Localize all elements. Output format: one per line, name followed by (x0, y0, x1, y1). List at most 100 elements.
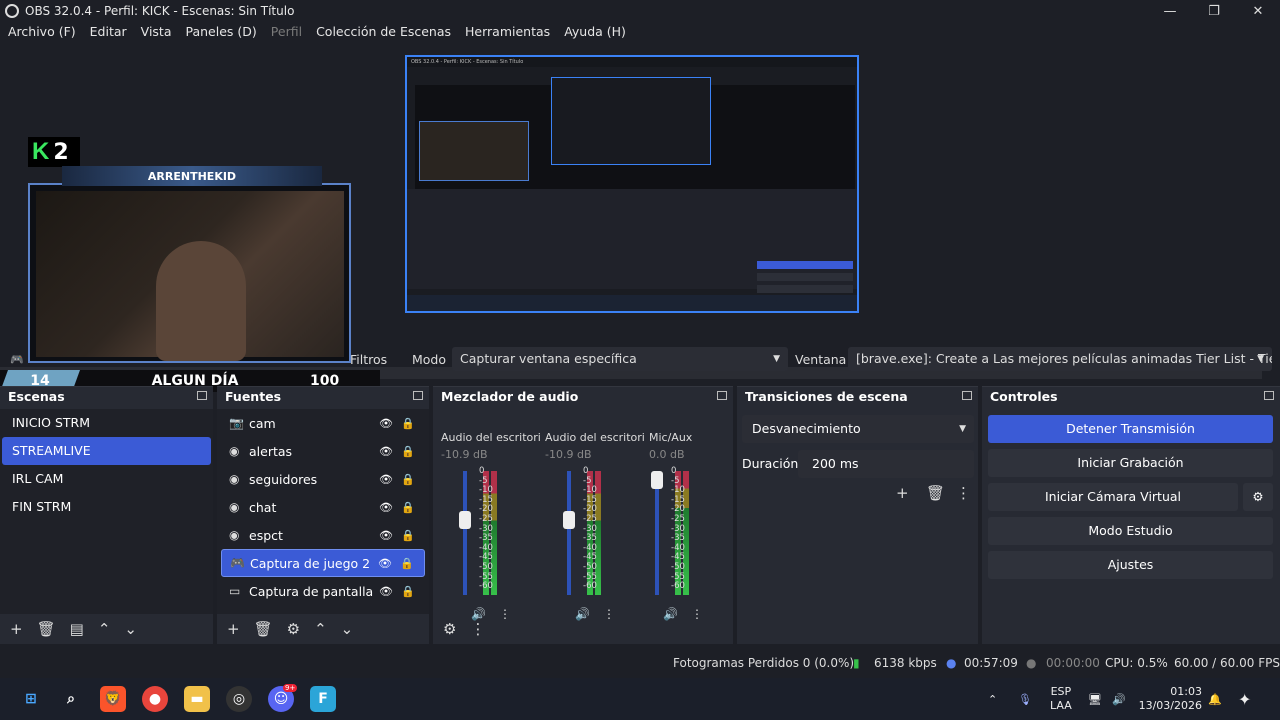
menu-vista[interactable]: Vista (141, 24, 172, 44)
source-item[interactable]: ◉ chat 👁 🔒 (221, 493, 425, 521)
lock-icon[interactable]: 🔒 (401, 473, 415, 486)
add-transition-icon[interactable]: + (896, 484, 909, 502)
eye-icon[interactable]: 👁 (379, 417, 393, 430)
move-up-icon[interactable]: ⌃ (314, 620, 327, 638)
source-item[interactable]: ▭ Captura de pantalla 👁 🔒 (221, 577, 425, 605)
menu-archivo[interactable]: Archivo (F) (8, 24, 76, 44)
add-source-icon[interactable]: + (227, 620, 240, 638)
channel-db: -10.9 dB (441, 448, 488, 461)
duration-input[interactable]: 200 ms (798, 450, 974, 478)
mixer-gear-icon[interactable]: ⚙ (443, 620, 456, 638)
eye-icon[interactable]: 👁 (379, 585, 393, 598)
mixer-more-icon[interactable]: ⋮ (470, 620, 485, 638)
studio-mode-button[interactable]: Modo Estudio (988, 517, 1273, 545)
obs-logo-icon (5, 4, 19, 18)
move-down-icon[interactable]: ⌄ (341, 620, 354, 638)
lock-icon[interactable]: 🔒 (401, 417, 415, 430)
virtual-camera-button[interactable]: Iniciar Cámara Virtual (988, 483, 1238, 511)
eye-icon[interactable]: 👁 (379, 445, 393, 458)
obs-icon[interactable]: ◎ (226, 686, 252, 712)
float-dock-icon[interactable] (717, 391, 727, 400)
menu-herramientas[interactable]: Herramientas (465, 24, 550, 44)
stop-stream-button[interactable]: Detener Transmisión (988, 415, 1273, 443)
source-item[interactable]: ◉ espct 👁 🔒 (221, 521, 425, 549)
notification-bell-icon[interactable]: 🔔 (1208, 678, 1222, 720)
source-item-active[interactable]: 🎮 Captura de juego 2 👁 🔒 (221, 549, 425, 577)
tray-chevron-up-icon[interactable]: ⌃ (988, 678, 997, 720)
mode-select[interactable]: Capturar ventana específica ▼ (452, 347, 788, 371)
app-icon[interactable]: F (310, 686, 336, 712)
eye-icon[interactable]: 👁 (378, 557, 392, 570)
lock-icon[interactable]: 🔒 (400, 557, 414, 570)
menu-perfil[interactable]: Perfil (271, 24, 302, 44)
menu-paneles[interactable]: Paneles (D) (186, 24, 257, 44)
scene-item[interactable]: IRL CAM (2, 465, 211, 493)
source-item[interactable]: ◉ seguidores 👁 🔒 (221, 465, 425, 493)
move-down-icon[interactable]: ⌄ (124, 620, 137, 638)
scene-item[interactable]: FIN STRM (2, 493, 211, 521)
scene-item[interactable]: INICIO STRM (2, 409, 211, 437)
remove-scene-icon[interactable]: 🗑 (37, 620, 56, 638)
remove-source-icon[interactable]: 🗑 (254, 620, 273, 638)
lock-icon[interactable]: 🔒 (401, 529, 415, 542)
mixer-channel: Audio del escritorio -10.9 dB 0 -5 -10 -15-… (545, 431, 645, 631)
nested-menu (407, 67, 857, 75)
more-icon[interactable]: ⋮ (956, 484, 971, 502)
gamepad-icon: 🎮 (10, 352, 24, 366)
window-titlebar: OBS 32.0.4 - Perfil: KICK - Escenas: Sin… (0, 0, 1280, 22)
lock-icon[interactable]: 🔒 (401, 585, 415, 598)
float-dock-icon[interactable] (197, 391, 207, 400)
lang[interactable]: ESP (1051, 685, 1072, 699)
filters-icon[interactable]: ▤ (70, 620, 84, 638)
source-item[interactable]: ◉ alertas 👁 🔒 (221, 437, 425, 465)
source-item[interactable]: 📷 cam 👁 🔒 (221, 409, 425, 437)
badge-number: 2 (53, 139, 69, 165)
mixer-channel: Mic/Aux 0.0 dB 0 -5 -10 -15 -20 -25 -30 -35 -40-… (649, 431, 749, 631)
start-recording-button[interactable]: Iniciar Grabación (988, 449, 1273, 477)
window-select[interactable]: [brave.exe]: Create a Las mejores pelícu… (848, 347, 1272, 371)
eye-icon[interactable]: 👁 (379, 473, 393, 486)
region[interactable]: LAA (1050, 699, 1072, 713)
filters-button[interactable]: Filtros (350, 352, 387, 367)
remove-transition-icon[interactable]: 🗑 (926, 484, 945, 502)
lock-icon[interactable]: 🔒 (401, 445, 415, 458)
float-dock-icon[interactable] (1264, 391, 1274, 400)
network-icon[interactable]: 🖥 (1088, 678, 1102, 720)
sources-list: 📷 cam 👁 🔒 ◉ alertas 👁 🔒 ◉ seguidores 👁 🔒 ◉ chat 👁 🔒 … (217, 409, 429, 614)
folder-icon[interactable]: ▬ (184, 686, 210, 712)
settings-button[interactable]: Ajustes (988, 551, 1273, 579)
eye-icon[interactable]: 👁 (379, 529, 393, 542)
transition-select[interactable]: Desvanecimiento ▼ (742, 415, 974, 443)
stream-status-icon: ● (946, 656, 957, 670)
signal-icon: ▮ (853, 656, 860, 670)
float-dock-icon[interactable] (413, 391, 423, 400)
menu-coleccion-escenas[interactable]: Colección de Escenas (316, 24, 451, 44)
clock-date[interactable]: 13/03/2026 (1139, 699, 1202, 713)
mixer-body: Audio del escritorio -10.9 dB 0 -5 -10 -15-… (433, 409, 733, 621)
gear-icon[interactable]: ⚙ (1243, 483, 1273, 511)
gear-icon[interactable]: ⚙ (287, 620, 300, 638)
volume-icon[interactable]: 🔊 (1112, 678, 1126, 720)
add-scene-icon[interactable]: + (10, 620, 23, 638)
float-dock-icon[interactable] (962, 391, 972, 400)
brave-icon[interactable]: 🦁 (100, 686, 126, 712)
mic-icon[interactable]: 🎙 (1018, 678, 1032, 720)
move-up-icon[interactable]: ⌃ (98, 620, 111, 638)
lock-icon[interactable]: 🔒 (401, 501, 415, 514)
window-title: OBS 32.0.4 - Perfil: KICK - Escenas: Sin… (25, 4, 295, 18)
chevron-down-icon: ▼ (959, 424, 966, 434)
minimize-button[interactable]: — (1148, 0, 1192, 22)
menu-ayuda[interactable]: Ayuda (H) (564, 24, 626, 44)
copilot-icon[interactable]: ✦ (1238, 678, 1251, 720)
fps: 60.00 / 60.00 FPS (1174, 656, 1280, 670)
menu-editar[interactable]: Editar (90, 24, 127, 44)
windows-start-icon[interactable]: ⊞ (18, 686, 44, 712)
maximize-button[interactable]: ❐ (1192, 0, 1236, 22)
eye-icon[interactable]: 👁 (379, 501, 393, 514)
search-icon[interactable]: ⌕ (58, 686, 84, 712)
chrome-icon[interactable]: ● (142, 686, 168, 712)
close-button[interactable]: ✕ (1236, 0, 1280, 22)
clock-time[interactable]: 01:03 (1170, 685, 1202, 699)
duration-label: Duración (742, 456, 799, 471)
scene-item-active[interactable]: STREAMLIVE (2, 437, 211, 465)
